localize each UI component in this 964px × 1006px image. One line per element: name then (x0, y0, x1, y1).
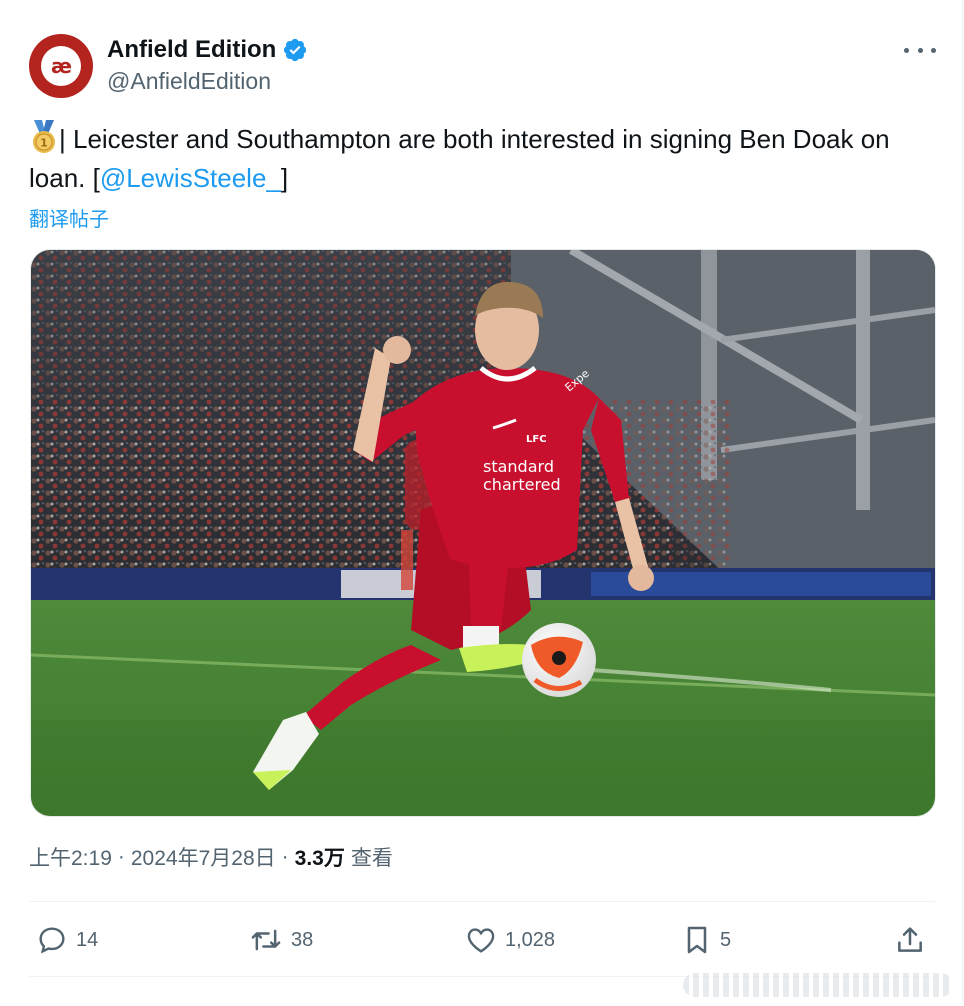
author-handle[interactable]: @AnfieldEdition (107, 68, 271, 95)
verified-badge-icon[interactable] (282, 37, 308, 63)
bookmark-count: 5 (720, 928, 732, 951)
views-count: 3.3万 (294, 847, 345, 870)
like-count: 1,028 (505, 928, 556, 951)
action-bar: 14 38 1,028 5 (0, 918, 964, 962)
like-button[interactable]: 1,028 (465, 918, 555, 962)
translate-post-link[interactable]: 翻译帖子 (29, 203, 109, 232)
meta-separator: · (117, 845, 125, 868)
mention-link[interactable]: @LewisSteele_ (100, 163, 281, 193)
photo-illustration: LFC Expe standard chartered (31, 250, 935, 816)
tweet-time[interactable]: 上午2:19 (29, 842, 112, 872)
tweet-text-tail: ] (280, 163, 289, 193)
meta-separator: · (281, 845, 289, 868)
avatar[interactable]: æ (29, 34, 93, 98)
repost-icon (251, 929, 281, 951)
share-icon (898, 927, 922, 952)
share-button[interactable] (894, 918, 926, 962)
avatar-text: æ (51, 54, 72, 78)
reply-count: 14 (76, 928, 99, 951)
horizontal-scrollbar[interactable] (683, 973, 953, 997)
views-label: 查看 (350, 847, 393, 870)
tweet-date[interactable]: 2024年7月28日 (131, 842, 276, 872)
more-options-icon[interactable] (904, 36, 936, 64)
repost-count: 38 (291, 928, 314, 951)
avatar-logo: æ (41, 46, 81, 86)
kit-crest-text: LFC (526, 434, 547, 445)
bookmark-button[interactable]: 5 (682, 918, 731, 962)
medal-icon: 1 (33, 120, 55, 153)
reply-button[interactable]: 14 (36, 918, 98, 962)
tweet-photo[interactable]: LFC Expe standard chartered (30, 249, 936, 817)
author-name-row: Anfield Edition (107, 34, 308, 66)
divider (29, 901, 935, 902)
tweet-text: 1 | Leicester and Southampton are both i… (29, 120, 929, 198)
svg-text:1: 1 (40, 137, 48, 150)
reply-icon (39, 927, 65, 954)
display-name[interactable]: Anfield Edition (107, 36, 276, 64)
kit-sponsor-line2: chartered (483, 475, 561, 494)
tweet-card: æ Anfield Edition @AnfieldEdition 1 | Le… (0, 0, 963, 1004)
tweet-metadata: 上午2:19 · 2024年7月28日 · 3.3万 查看 (29, 842, 393, 872)
bookmark-icon (687, 926, 707, 954)
repost-button[interactable]: 38 (249, 918, 313, 962)
kit-sponsor-line1: standard (483, 457, 554, 476)
heart-icon (467, 928, 495, 953)
